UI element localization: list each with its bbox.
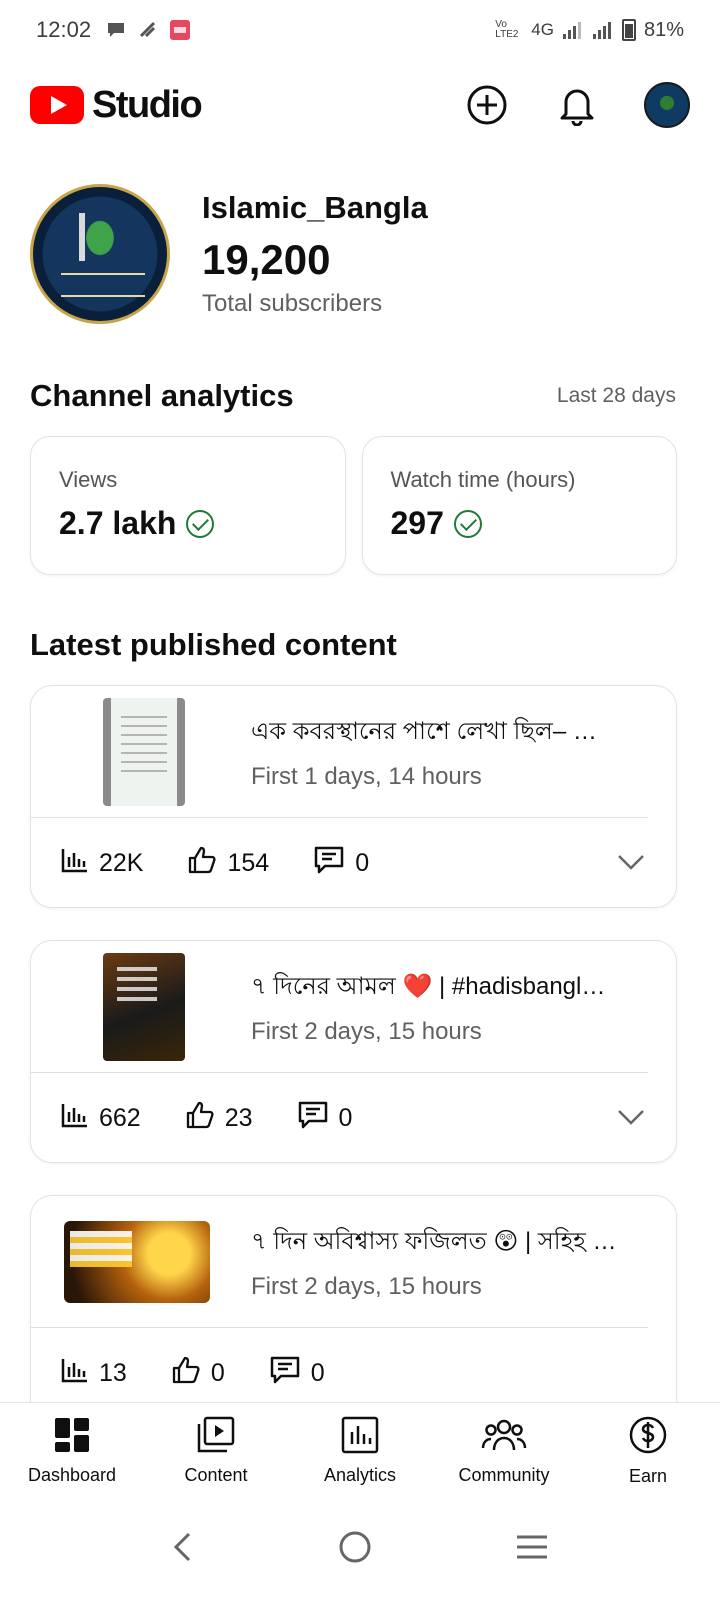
content-icon [196,1416,236,1459]
nav-content[interactable]: Content [144,1403,288,1498]
video-age: First 2 days, 15 hours [251,1017,482,1045]
likes-count: 23 [224,1103,253,1132]
network-type: 4G [531,20,554,39]
bar-chart-icon [61,1102,89,1135]
recents-icon[interactable] [515,1533,549,1566]
bar-chart-icon [61,1357,89,1390]
video-age: First 2 days, 15 hours [251,1272,482,1300]
views-count: 662 [99,1103,141,1132]
app-header: Studio [0,70,720,140]
views-value: 2.7 lakh [59,505,177,541]
video-title[interactable]: ৭ দিন অবিশ্বাস্য ফজিলত 😲 | সহিহ হা… [251,1223,618,1263]
check-circle-icon [186,509,215,538]
battery-icon [621,19,636,41]
nav-content-label: Content [184,1464,248,1485]
analytics-header: Channel analytics Last 28 days [30,378,676,414]
content-card[interactable]: ৭ দিনের আমল ❤️ | #hadisbangla #isl… Firs… [30,940,677,1163]
system-nav-bar [0,1498,720,1600]
nav-community-label: Community [458,1464,550,1485]
views-label: Views [59,467,118,492]
nav-dashboard-label: Dashboard [27,1464,117,1485]
bell-icon[interactable] [554,82,600,128]
carrier-icon [137,19,159,41]
volte-indicator: Vo LTE2 [495,19,519,40]
back-icon[interactable] [171,1531,195,1568]
video-thumbnail[interactable] [64,1220,210,1303]
channel-summary: Islamic_Bangla 19,200 Total subscribers [30,184,690,324]
views-count: 22K [99,848,144,877]
thumbs-up-icon [171,1355,201,1392]
video-title[interactable]: ৭ দিনের আমল ❤️ | #hadisbangla #isl… [251,968,618,1008]
nav-community[interactable]: Community [432,1403,576,1498]
subscriber-label: Total subscribers [202,290,383,317]
studio-logo[interactable]: Studio [30,83,203,127]
dollar-icon [628,1415,668,1460]
comment-icon [313,845,345,882]
thumbs-up-icon [185,1100,215,1137]
views-count: 13 [99,1358,127,1387]
bar-chart-icon [61,847,89,880]
status-time: 12:02 [36,17,92,42]
watch-time-label: Watch time (hours) [390,467,576,492]
watch-time-value: 297 [390,505,444,541]
status-bar: 12:02 Vo LTE2 4G 81% [0,0,720,60]
watch-time-card[interactable]: Watch time (hours) 297 [361,436,677,575]
signal-icon-2 [592,19,614,41]
nav-analytics-label: Analytics [323,1464,397,1485]
dashboard-icon [53,1416,91,1459]
comments-count: 0 [338,1103,353,1132]
video-title[interactable]: এক কবরস্থানের পাশে লেখা ছিল– ❤️ | … [251,713,618,753]
battery-percent: 81% [643,18,684,41]
chevron-down-icon[interactable] [616,849,646,878]
bottom-nav: Dashboard Content Analytics Community Ea… [0,1402,720,1498]
comments-count: 0 [310,1358,325,1387]
signal-icon-1 [562,19,584,41]
nav-earn[interactable]: Earn [576,1403,720,1498]
nav-earn-label: Earn [628,1465,668,1486]
comments-count: 0 [355,848,370,877]
latest-header: Latest published content [30,627,676,663]
comment-icon [297,1100,329,1137]
youtube-play-icon [30,86,84,124]
video-age: First 1 days, 14 hours [251,762,482,790]
channel-name: Islamic_Bangla [202,190,428,225]
check-circle-icon [453,509,482,538]
likes-count: 0 [210,1358,225,1387]
create-icon[interactable] [464,82,510,128]
chevron-down-icon[interactable] [616,1104,646,1133]
chat-icon [105,19,127,41]
subscriber-count: 19,200 [202,236,331,283]
nav-dashboard[interactable]: Dashboard [0,1403,144,1498]
home-icon[interactable] [338,1530,372,1569]
thumbs-up-icon [187,845,217,882]
analytics-icon [341,1416,379,1459]
analytics-cards: Views 2.7 lakh Watch time (hours) 297 [30,436,677,575]
community-icon [481,1416,527,1459]
latest-title: Latest published content [30,627,397,662]
content-card[interactable]: ৭ দিন অবিশ্বাস্য ফজিলত 😲 | সহিহ হা… Firs… [30,1195,677,1435]
account-avatar[interactable] [644,82,690,128]
video-thumbnail[interactable] [103,952,185,1061]
nav-analytics[interactable]: Analytics [288,1403,432,1498]
likes-count: 154 [227,848,270,877]
analytics-period: Last 28 days [556,384,676,407]
content-card[interactable]: এক কবরস্থানের পাশে লেখা ছিল– ❤️ | … Firs… [30,685,677,908]
comment-icon [269,1355,301,1392]
logo-text: Studio [92,83,203,126]
app-notification-icon [169,19,191,41]
channel-avatar [30,184,170,324]
video-thumbnail[interactable] [103,697,185,806]
views-card[interactable]: Views 2.7 lakh [30,436,346,575]
analytics-title: Channel analytics [30,378,294,413]
